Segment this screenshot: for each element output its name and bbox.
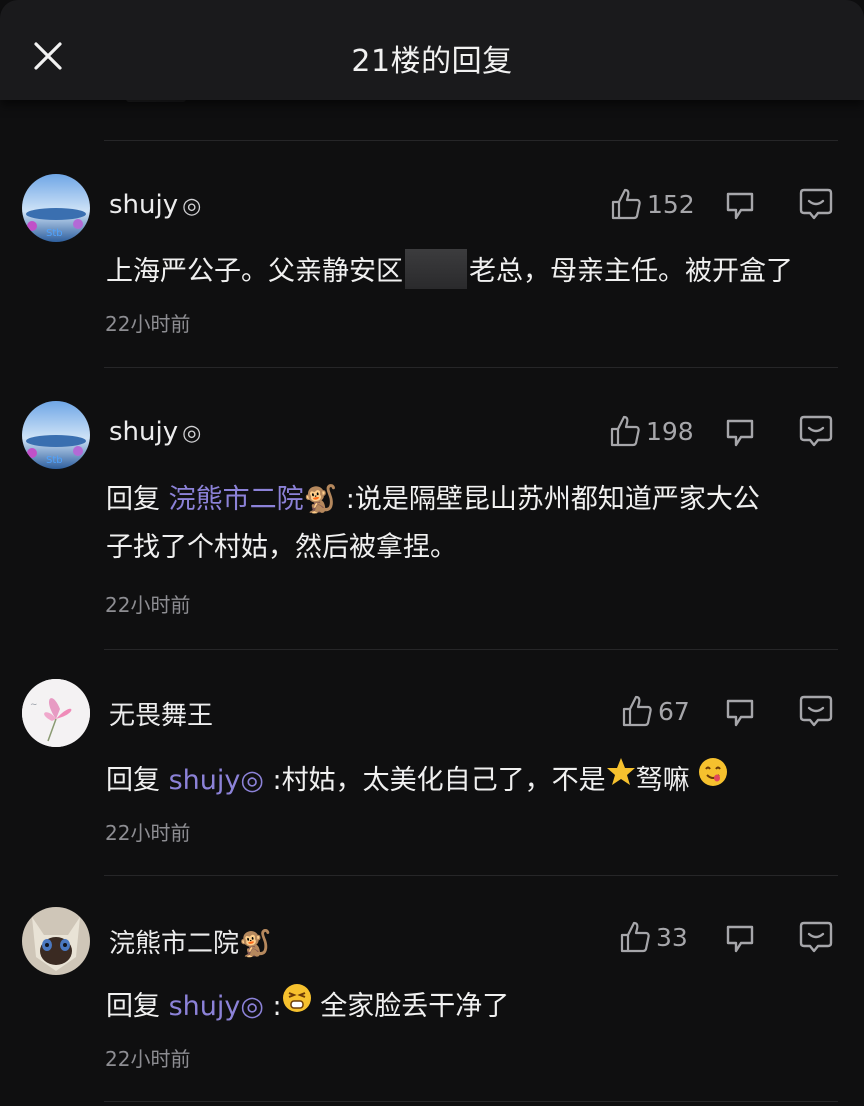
username-text: shujy [109,190,179,220]
comment-item: 浣熊市二院🐒 33 回复 shujy◎ : 全家脸丢干净了 22小时前 [0,875,864,1106]
timestamp: 22小时前 [105,1047,191,1071]
username[interactable]: shujy ◎ [109,417,201,447]
username-text: 浣熊市二院🐒 [109,929,272,959]
comment-item: Stb shujy ◎ 198 回复 浣熊市二院🐒 :说是隔壁昆山苏州都知道严家大… [0,367,864,650]
yum-face-icon [698,755,728,803]
like-count: 33 [656,922,688,952]
header-bar: 21楼的回复 [0,0,864,100]
reply-prefix: 回复 [106,991,160,1022]
like-button[interactable]: 33 [620,921,688,953]
mention-link[interactable]: shujy◎ [169,765,264,796]
avatar[interactable]: Stb [22,401,90,469]
comment-icon[interactable] [798,919,834,955]
comment-text: 回复 shujy◎ : 全家脸丢干净了 [106,983,846,1032]
username-text: 无畏舞王 [109,701,214,731]
comment-text: 上海严公子。父亲静安区 老总，母亲主任。被开盒了 [106,248,846,296]
comment-item: ~ 无畏舞王 67 回复 shujy◎ :村姑，太美化自己了，不是 驽嘛 22小时… [0,649,864,875]
comment-text-part: : [263,991,282,1022]
svg-text:Stb: Stb [46,228,63,239]
thumbs-up-icon [610,415,640,447]
svg-text:~: ~ [30,700,38,710]
comment-text-part: 全家脸丢干净了 [320,991,510,1022]
comment-text-part: :村姑，太美化自己了，不是 [263,765,606,796]
dislike-icon[interactable] [722,695,758,731]
timestamp: 22小时前 [105,593,191,617]
avatar[interactable]: ~ [22,679,90,747]
dislike-icon[interactable] [722,921,758,957]
comment-text: 回复 shujy◎ :村姑，太美化自己了，不是 驽嘛 [106,757,846,806]
like-count: 67 [658,696,690,726]
comment-text: 回复 浣熊市二院🐒 :说是隔壁昆山苏州都知道严家大公 子找了个村姑，然后被拿捏。 [106,476,846,572]
comment-icon[interactable] [798,413,834,449]
timestamp: 22小时前 [105,821,191,845]
comment-text-part: 上海严公子。父亲静安区 [106,256,403,287]
comment-text-part: 老总，母亲主任。被开盒了 [469,256,793,287]
comment-icon[interactable] [798,186,834,222]
like-button[interactable]: 198 [610,415,694,447]
censored-block [405,248,467,289]
thumbs-up-icon [611,188,641,220]
mention-link[interactable]: 浣熊市二院🐒 [169,484,338,515]
svg-text:Stb: Stb [46,455,63,466]
avatar[interactable]: Stb [22,174,90,242]
like-button[interactable]: 67 [622,695,690,727]
comment-text-part: 子找了个村姑，然后被拿捏。 [106,532,457,563]
reply-prefix: 回复 [106,484,160,515]
comment-icon[interactable] [798,693,834,729]
thumbs-up-icon [622,695,652,727]
comment-item: Stb shujy ◎ 152 上海严公子。父亲静安区 老总，母亲主任。被开盒了 2… [0,140,864,368]
divider [104,1101,838,1102]
username-text: shujy [109,417,179,447]
timestamp: 22小时前 [105,312,191,336]
avatar[interactable] [22,907,90,975]
page-title: 21楼的回复 [351,44,513,79]
tired-face-icon [282,981,312,1029]
username[interactable]: shujy ◎ [109,190,201,220]
like-count: 198 [646,416,694,446]
user-badge: ◎ [182,421,202,446]
comment-text-part: :说是隔壁昆山苏州都知道严家大公 [337,484,760,515]
like-count: 152 [647,189,695,219]
like-button[interactable]: 152 [611,188,695,220]
username[interactable]: 浣熊市二院🐒 [109,923,271,960]
star-icon [606,755,636,803]
comment-text-part: 驽嘛 [635,765,690,796]
mention-link[interactable]: shujy◎ [169,991,264,1022]
user-badge: ◎ [182,194,202,219]
dislike-icon[interactable] [722,188,758,224]
thumbs-up-icon [620,921,650,953]
reply-prefix: 回复 [106,765,160,796]
dislike-icon[interactable] [722,415,758,451]
username[interactable]: 无畏舞王 [109,695,213,732]
